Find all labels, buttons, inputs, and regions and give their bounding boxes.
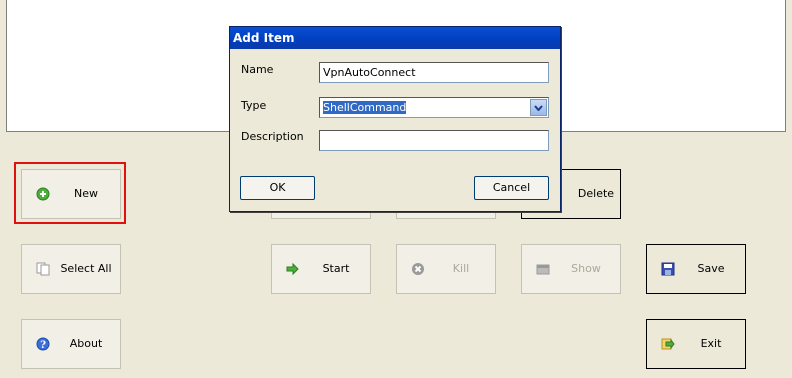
start-button[interactable]: Start [271,244,371,294]
exit-button-label: Exit [700,337,722,350]
kill-button-label: Kill [452,262,470,275]
kill-x-circle-icon [412,263,424,275]
description-label: Description [241,130,304,143]
new-button-focus-highlight [14,162,126,224]
green-arrow-icon [286,262,299,276]
dialog-title[interactable]: Add Item [230,27,560,49]
about-button-label: About [69,337,103,350]
window-icon [536,264,550,275]
select-all-button[interactable]: Select All [21,244,121,294]
save-button-label: Save [697,262,725,275]
copy-pages-icon [36,262,50,276]
name-label: Name [241,63,274,76]
show-button-label: Show [571,262,601,275]
delete-button-label: Delete [577,187,615,200]
exit-button[interactable]: Exit [646,319,746,369]
type-label: Type [241,99,267,112]
add-item-dialog: Add Item Name VpnAutoConnect Type ShellC… [229,26,561,212]
exit-arrow-icon [661,338,675,350]
floppy-disk-icon [661,262,675,276]
info-circle-icon: ? [36,337,50,351]
save-button[interactable]: Save [646,244,746,294]
about-button[interactable]: ? About [21,319,121,369]
name-field-value: VpnAutoConnect [323,66,416,79]
select-all-button-label: Select All [60,262,112,275]
type-select[interactable]: ShellCommand [319,97,549,118]
kill-button[interactable]: Kill [396,244,496,294]
cancel-button[interactable]: Cancel [474,176,549,200]
show-button[interactable]: Show [521,244,621,294]
start-button-label: Start [322,262,350,275]
chevron-down-icon[interactable] [530,99,547,116]
ok-button[interactable]: OK [240,176,315,200]
description-field[interactable] [319,130,549,151]
name-field[interactable]: VpnAutoConnect [319,62,549,83]
svg-text:?: ? [40,340,46,351]
type-select-value: ShellCommand [323,101,407,114]
